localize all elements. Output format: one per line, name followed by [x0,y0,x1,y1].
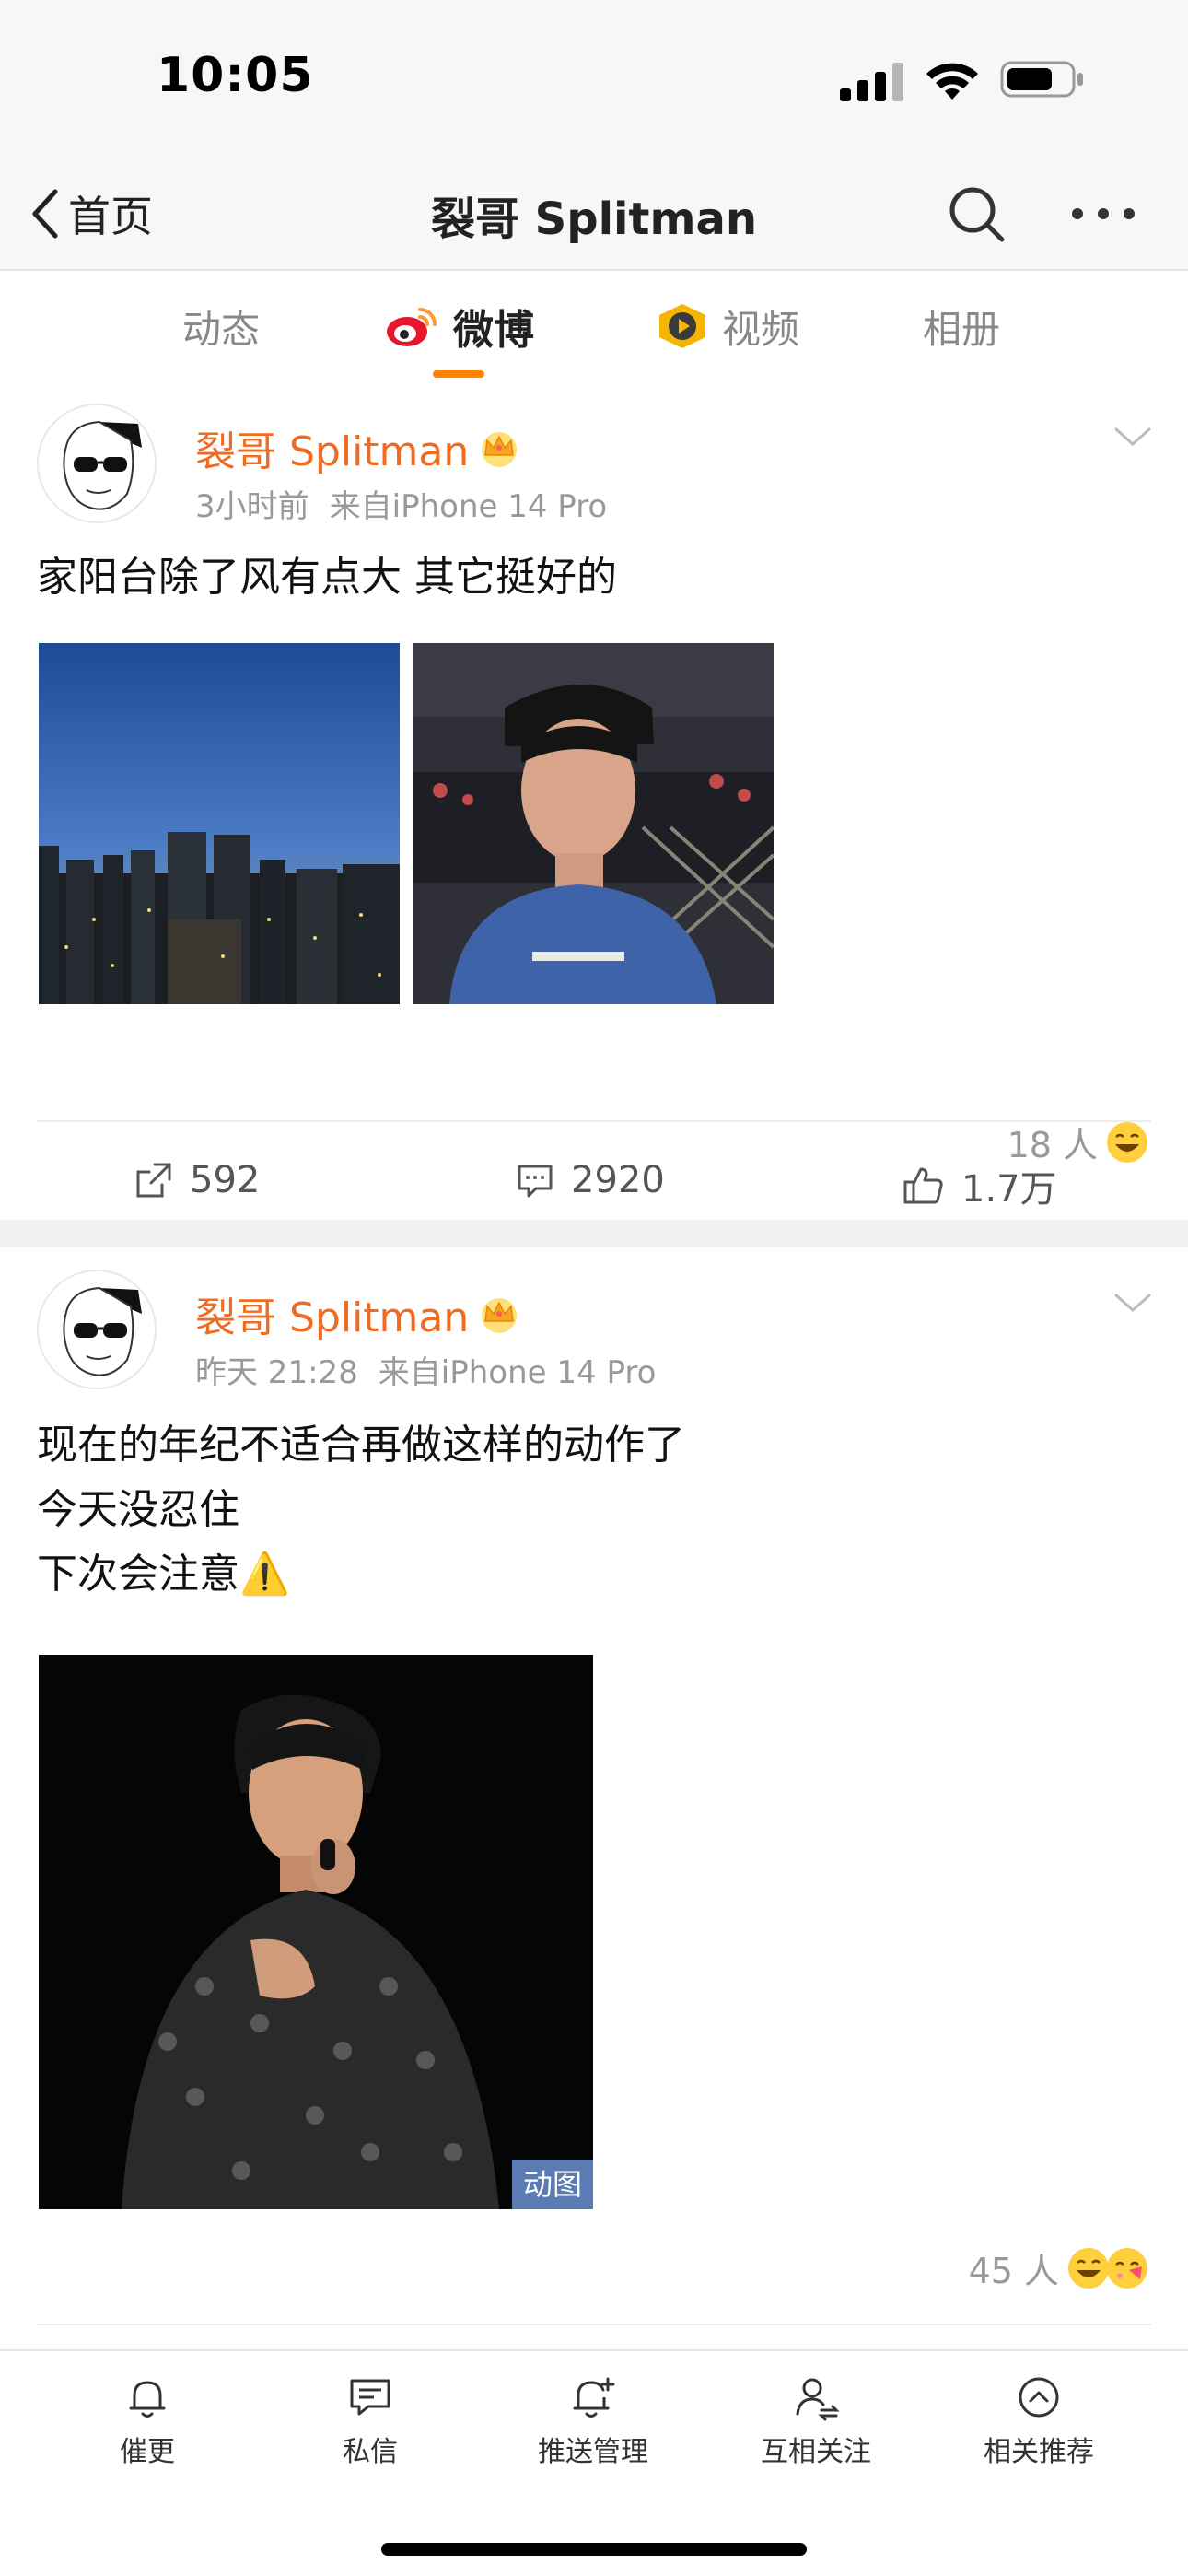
author-name-link[interactable]: 裂哥 Splitman [195,1284,522,1343]
video-icon [659,304,705,348]
laughing-emoji-icon [1068,2247,1109,2289]
like-count: 1.7万 [961,1168,1057,1211]
page-title: 裂哥 Splitman [430,193,758,245]
post-source: 来自iPhone 14 Pro [329,488,608,525]
post-card[interactable]: 裂哥 Splitman 昨天 21:28 来自iPhone 14 Pro 现在的年… [0,1247,1188,2325]
more-options-icon[interactable] [1068,181,1138,247]
post-text: 现在的年纪不适合再做这样的动作了 今天没忍住 下次会注意⚠️ [37,1413,685,1607]
tab-video[interactable]: 视频 [656,299,799,354]
profile-tabs: 动态 微博 视频 相册 [0,273,1188,381]
tab-label: 微博 [453,307,534,354]
divider [37,1120,1151,1122]
tab-label: 动态 [182,306,261,352]
toolbar-item-message[interactable]: 私信 [278,2373,462,2469]
share-icon [136,1163,171,1198]
selfie-photo [413,643,774,1004]
chevron-down-icon[interactable] [1109,1284,1157,1321]
toolbar-label: 催更 [120,2436,175,2468]
toolbar-label: 私信 [343,2436,398,2468]
toolbar-item-recommend[interactable]: 相关推荐 [947,2373,1131,2469]
crown-badge-icon [482,1298,518,1333]
battery-icon [1000,61,1083,98]
toolbar-item-urge-update[interactable]: 催更 [55,2373,239,2469]
post-meta: 3小时前 来自iPhone 14 Pro [195,481,607,526]
divider [37,2324,1151,2325]
comment-count: 2920 [571,1159,665,1201]
status-time: 10:05 [157,48,314,103]
post-card[interactable]: 裂哥 Splitman 3小时前 来自iPhone 14 Pro 家阳台除了风有点… [0,381,1188,1220]
post-image-performance[interactable]: 动图 [39,1655,593,2209]
post-text-line: 家阳台除了风有点大 其它挺好的 [37,554,617,601]
nav-bar: 首页 裂哥 Splitman [0,157,1188,271]
crown-badge-icon [482,432,518,467]
comment-icon [518,1165,553,1198]
like-button[interactable]: 1.7万 [903,1159,1057,1212]
toolbar-label: 互相关注 [761,2436,871,2468]
toolbar-label: 相关推荐 [984,2436,1094,2468]
post-image-selfie[interactable] [413,643,774,1004]
post-time: 昨天 21:28 [195,1354,358,1391]
post-text-line: 今天没忍住 [37,1486,239,1533]
reactions-summary[interactable]: 45 人 [969,2242,1149,2293]
avatar[interactable] [37,1270,157,1389]
comment-button[interactable]: 2920 [516,1159,665,1201]
avatar-caricature-icon [63,420,142,510]
chevron-down-icon[interactable] [1109,418,1157,455]
push-manage-icon [573,2377,615,2418]
author-name: 裂哥 Splitman [195,1294,470,1341]
performance-photo [39,1655,593,2209]
toolbar-item-mutual-follow[interactable]: 互相关注 [724,2373,908,2469]
recommend-icon [1019,2377,1059,2418]
post-source: 来自iPhone 14 Pro [378,1354,657,1391]
post-image-skyline[interactable] [39,643,400,1004]
active-tab-indicator [433,370,484,378]
post-text-line: 下次会注意⚠️ [37,1551,290,1598]
repost-button[interactable]: 592 [134,1159,260,1201]
post-meta: 昨天 21:28 来自iPhone 14 Pro [195,1347,656,1392]
skyline-photo [39,643,400,1004]
author-name-link[interactable]: 裂哥 Splitman [195,418,522,477]
author-name: 裂哥 Splitman [195,428,470,475]
message-icon [350,2379,390,2416]
gif-badge: 动图 [512,2160,593,2209]
avatar-caricature-icon [63,1286,142,1376]
search-icon[interactable] [943,181,1009,247]
kissing-emoji-icon [1107,2247,1147,2289]
mutual-follow-icon [796,2378,840,2421]
tab-album[interactable]: 相册 [923,299,1000,354]
tab-dynamics[interactable]: 动态 [182,299,260,354]
weibo-logo-icon [387,308,437,346]
feed-separator [0,1220,1188,1247]
avatar[interactable] [37,404,157,523]
tab-label: 视频 [722,306,800,352]
wifi-icon [926,63,978,100]
toolbar-label: 推送管理 [538,2436,648,2468]
reaction-count: 45 人 [968,2251,1059,2291]
home-indicator [381,2543,807,2556]
toolbar-item-push-manage[interactable]: 推送管理 [501,2373,685,2469]
status-bar: 10:05 [0,0,1188,157]
thumbs-up-icon [903,1167,943,1204]
post-text-line: 现在的年纪不适合再做这样的动作了 [37,1422,685,1469]
cellular-signal-icon [840,63,903,101]
bell-icon [129,2381,166,2418]
post-time: 3小时前 [195,488,309,525]
post-text: 家阳台除了风有点大 其它挺好的 [37,545,617,610]
bottom-toolbar: 催更 私信 推送管理 互相关注 相关推荐 [0,2349,1188,2576]
tab-weibo[interactable]: 微博 [385,299,534,354]
repost-count: 592 [190,1159,261,1201]
tab-label: 相册 [923,306,1001,352]
